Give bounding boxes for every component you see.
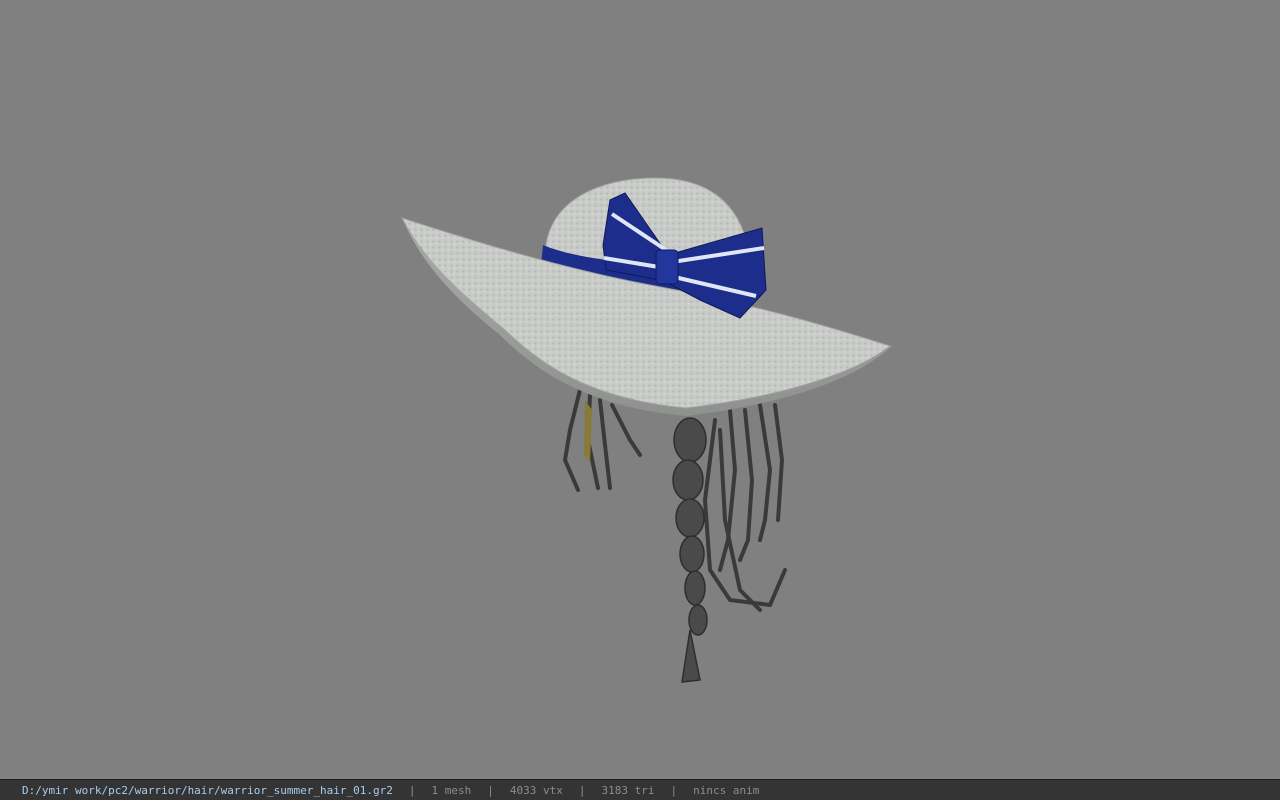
- vertex-count-label: 4033 vtx: [509, 783, 563, 797]
- 3d-viewport[interactable]: [0, 0, 1280, 779]
- separator: |: [670, 783, 678, 797]
- hair-strands: [562, 388, 787, 612]
- separator: |: [487, 783, 494, 797]
- hair-braid: [672, 417, 708, 683]
- separator: |: [578, 783, 586, 797]
- animation-label: nincs anim: [693, 783, 760, 797]
- triangle-count-label: 3183 tri: [601, 783, 655, 797]
- 3d-model-icon: [401, 177, 892, 683]
- file-path-label: D:/ymir work/pc2/warrior/hair/warrior_su…: [22, 783, 393, 797]
- status-bar: D:/ymir work/pc2/warrior/hair/warrior_su…: [0, 779, 1280, 800]
- separator: |: [408, 783, 416, 797]
- mesh-count-label: 1 mesh: [431, 783, 472, 797]
